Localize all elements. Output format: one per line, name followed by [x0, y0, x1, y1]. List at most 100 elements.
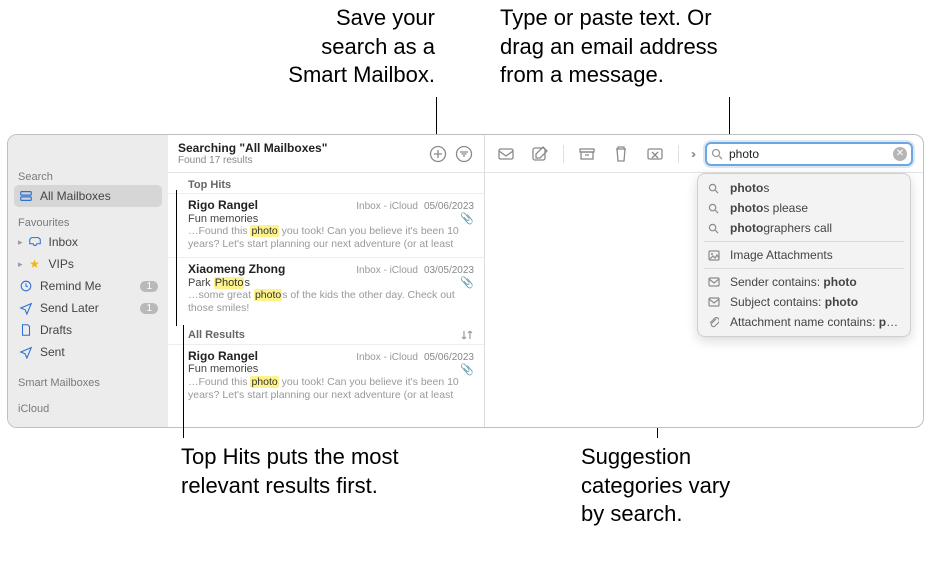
search-result-count: Found 17 results: [178, 155, 422, 166]
callout-suggestion: Suggestion categories vary by search.: [581, 443, 881, 529]
suggestion-text: photos: [730, 181, 900, 195]
suggestion-text: Image Attachments: [730, 248, 900, 262]
suggestion-text: Attachment name contains: photo: [730, 315, 900, 329]
search-icon: [708, 223, 722, 234]
sidebar-item-vips[interactable]: ▸ ★ VIPs: [8, 253, 168, 275]
send-later-icon: [18, 300, 34, 316]
message-subject: Fun memories: [188, 363, 456, 375]
image-icon: [708, 250, 722, 261]
sidebar-heading-search: Search: [8, 167, 168, 185]
message-sender: Rigo Rangel: [188, 349, 350, 363]
message-list: Searching "All Mailboxes" Found 17 resul…: [168, 135, 485, 427]
delete-button[interactable]: [610, 143, 632, 165]
sidebar-item-label: Send Later: [40, 301, 134, 315]
sidebar-item-label: Sent: [40, 345, 158, 359]
star-icon: ★: [27, 256, 43, 272]
preview-pane: ›› ✕ photos photos please: [485, 135, 923, 427]
mark-read-button[interactable]: [495, 143, 517, 165]
top-hits-section: Top Hits: [168, 173, 484, 193]
sidebar-item-drafts[interactable]: Drafts: [8, 319, 168, 341]
message-date: 05/06/2023: [424, 201, 474, 212]
message-row[interactable]: Rigo Rangel Inbox - iCloud 05/06/2023 Fu…: [168, 344, 484, 408]
document-icon: [18, 322, 34, 338]
disclosure-icon: ▸: [18, 259, 23, 270]
attachment-icon: 📎: [460, 363, 474, 376]
search-icon: [708, 183, 722, 194]
sidebar-item-label: Drafts: [40, 323, 158, 337]
sidebar-item-all-mailboxes[interactable]: All Mailboxes: [14, 185, 162, 207]
message-mailbox: Inbox - iCloud: [356, 201, 418, 212]
mail-window: Search All Mailboxes Favourites ▸ Inbox …: [7, 134, 924, 428]
attachment-icon: 📎: [460, 276, 474, 289]
search-scope-title: Searching "All Mailboxes": [178, 141, 422, 155]
message-subject: Fun memories: [188, 213, 456, 225]
callout-smart-mailbox: Save your search as a Smart Mailbox.: [175, 4, 435, 90]
suggestion-item[interactable]: photos please: [698, 198, 910, 218]
callout-top-hits: Top Hits puts the most relevant results …: [181, 443, 501, 500]
message-preview: …Found this photo you took! Can you beli…: [188, 225, 474, 251]
compose-button[interactable]: [529, 143, 551, 165]
message-list-header: Searching "All Mailboxes" Found 17 resul…: [168, 135, 484, 173]
sidebar-heading-smart: Smart Mailboxes: [8, 373, 168, 391]
search-icon: [711, 148, 723, 160]
suggestion-text: photos please: [730, 201, 900, 215]
suggestion-text: photographers call: [730, 221, 900, 235]
sidebar-heading-favourites: Favourites: [8, 213, 168, 231]
message-date: 03/05/2023: [424, 265, 474, 276]
message-sender: Rigo Rangel: [188, 198, 350, 212]
all-results-section: All Results: [168, 322, 484, 344]
message-preview: …some great photos of the kids the other…: [188, 289, 474, 315]
inbox-icon: [27, 234, 43, 250]
sidebar-item-sent[interactable]: Sent: [8, 341, 168, 363]
save-smart-mailbox-button[interactable]: [428, 144, 448, 164]
sidebar-item-label: Inbox: [49, 235, 158, 249]
sent-icon: [18, 344, 34, 360]
sidebar-heading-icloud: iCloud: [8, 399, 168, 417]
sidebar-item-label: Remind Me: [40, 279, 134, 293]
message-date: 05/06/2023: [424, 352, 474, 363]
message-preview: …Found this photo you took! Can you beli…: [188, 376, 474, 402]
paperclip-icon: [708, 316, 722, 328]
sort-icon[interactable]: [460, 328, 474, 342]
suggestion-text: Sender contains: photo: [730, 275, 900, 289]
suggestion-item[interactable]: Attachment name contains: photo: [698, 312, 910, 332]
suggestion-item[interactable]: Image Attachments: [698, 245, 910, 265]
message-subject: Park Photos: [188, 277, 456, 289]
sidebar-item-inbox[interactable]: ▸ Inbox: [8, 231, 168, 253]
search-field[interactable]: ✕: [705, 142, 913, 166]
envelope-icon: [708, 277, 722, 287]
top-hits-bracket: [176, 190, 177, 326]
sidebar-item-label: VIPs: [49, 257, 158, 271]
message-row[interactable]: Xiaomeng Zhong Inbox - iCloud 03/05/2023…: [168, 257, 484, 321]
disclosure-icon: ▸: [18, 237, 23, 248]
message-row[interactable]: Rigo Rangel Inbox - iCloud 05/06/2023 Fu…: [168, 193, 484, 257]
sidebar-item-send-later[interactable]: Send Later 1: [8, 297, 168, 319]
suggestion-item[interactable]: Subject contains: photo: [698, 292, 910, 312]
search-icon: [708, 203, 722, 214]
search-input[interactable]: [727, 146, 889, 162]
badge-count: 1: [140, 303, 158, 314]
callout-search-hint: Type or paste text. Or drag an email add…: [500, 4, 900, 90]
clock-icon: [18, 278, 34, 294]
badge-count: 1: [140, 281, 158, 292]
attachment-icon: 📎: [460, 212, 474, 225]
sidebar-item-label: All Mailboxes: [40, 189, 158, 203]
suggestion-item[interactable]: photos: [698, 178, 910, 198]
junk-button[interactable]: [644, 143, 666, 165]
filter-button[interactable]: [454, 144, 474, 164]
all-mailboxes-icon: [18, 188, 34, 204]
clear-search-button[interactable]: ✕: [893, 147, 907, 161]
message-mailbox: Inbox - iCloud: [356, 352, 418, 363]
suggestion-text: Subject contains: photo: [730, 295, 900, 309]
suggestion-item[interactable]: Sender contains: photo: [698, 272, 910, 292]
message-sender: Xiaomeng Zhong: [188, 262, 350, 276]
toolbar: ›› ✕: [485, 135, 923, 173]
archive-button[interactable]: [576, 143, 598, 165]
envelope-icon: [708, 297, 722, 307]
suggestion-item[interactable]: photographers call: [698, 218, 910, 238]
search-suggestions: photos photos please photographers call …: [697, 173, 911, 337]
sidebar-item-remind-me[interactable]: Remind Me 1: [8, 275, 168, 297]
sidebar: Search All Mailboxes Favourites ▸ Inbox …: [8, 135, 168, 427]
message-mailbox: Inbox - iCloud: [356, 265, 418, 276]
overflow-button[interactable]: ››: [691, 147, 693, 161]
